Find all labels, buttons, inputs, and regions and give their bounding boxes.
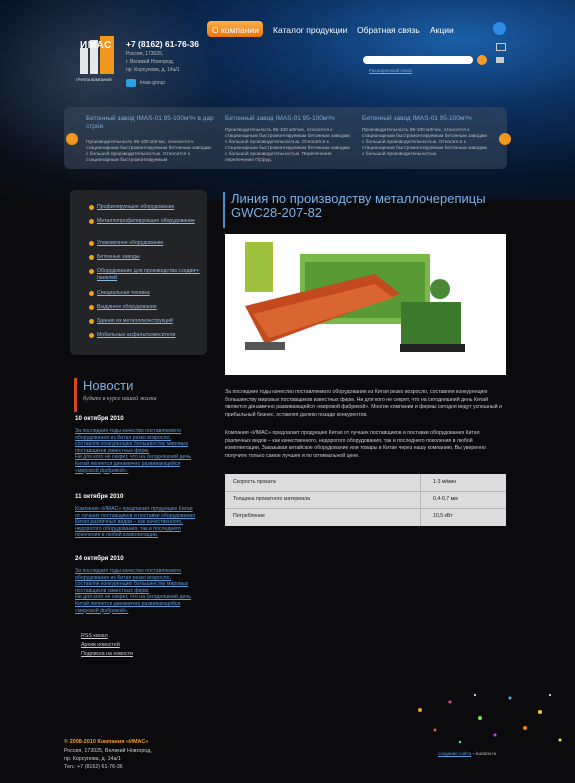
bullet-icon — [89, 219, 94, 224]
news-date: 24 октября 2010 — [75, 555, 124, 562]
news-line[interactable]: Ни для кого не секрет, что на сегодняшни… — [75, 594, 205, 601]
search-button[interactable] — [477, 55, 487, 65]
header-phone: +7 (8162) 61-76-36 — [126, 39, 200, 49]
menu-item[interactable]: Оборудование для производства сэндвич-па… — [97, 268, 207, 281]
news-subtitle: будьте в курсе нашей жизни — [83, 396, 157, 402]
menu-item[interactable]: Упаковочное оборудование — [97, 240, 207, 247]
bullet-icon — [89, 305, 94, 310]
slide-title[interactable]: Бетонный завод IMAS-01 95-100м³/ч в дар … — [86, 115, 214, 131]
credits-text: – kuratov.ru — [471, 751, 497, 756]
news-line[interactable]: Китай является динамично развивающейся — [75, 461, 205, 468]
search-input[interactable] — [363, 56, 473, 64]
title-accent-bar — [223, 192, 225, 228]
menu-item[interactable]: Здания из металлоконструкций — [97, 318, 207, 325]
news-line[interactable]: составляя конкуренцию большинству мировы… — [75, 441, 205, 448]
news-line[interactable]: За последние годы качество поставляемого — [75, 568, 205, 575]
slide-title[interactable]: Бетонный завод IMAS-01 95-100м³/ч — [362, 115, 490, 123]
news-line[interactable]: оборудования из Китая резко возросло, — [75, 435, 205, 442]
news-line[interactable]: от лучших поставщиков и поставки оборудо… — [75, 513, 205, 520]
slider-next-button[interactable] — [499, 133, 511, 145]
sitemap-icon[interactable] — [496, 43, 506, 51]
news-line[interactable]: поколения в любой комплектации. — [75, 532, 205, 539]
footer-address: пр. Корсунова, д. 14а/1 — [64, 756, 121, 762]
slide-title[interactable]: Бетонный завод IMAS-01 95-100м³/ч — [225, 115, 353, 123]
footer-phone: Тел.: +7 (8162) 61-76-36 — [64, 764, 123, 770]
menu-item[interactable]: Бетонные заводы — [97, 254, 207, 261]
bullet-icon — [89, 291, 94, 296]
footer-address: Россия, 173025, Великий Новгород, — [64, 748, 152, 754]
skype-icon — [126, 79, 136, 87]
product-image — [225, 234, 506, 375]
home-icon[interactable] — [493, 22, 506, 35]
menu-item[interactable]: Металлопрофилирующее оборудование — [97, 218, 207, 225]
address-line: Россия, 173025, — [126, 51, 164, 57]
news-line[interactable]: «мировой фабрикой». — [75, 468, 205, 475]
bullet-icon — [89, 255, 94, 260]
advanced-search-link[interactable]: Расширенный поиск — [369, 68, 412, 73]
logo-text: ИМАС — [80, 40, 112, 51]
slide-text: Производительность 95-100 м3/час, относи… — [225, 128, 350, 163]
table-divider — [225, 491, 506, 492]
news-date: 11 октября 2010 — [75, 493, 124, 500]
table-divider — [225, 508, 506, 509]
news-line[interactable]: За последние годы качество поставляемого — [75, 428, 205, 435]
news-line[interactable]: Китая различных видов – как качественног… — [75, 519, 205, 526]
spec-value: 1-3 м/мин — [433, 479, 457, 485]
bullet-icon — [89, 241, 94, 246]
menu-item[interactable]: Мобильные асфальтосмесители — [97, 332, 207, 339]
spec-value: 0,4-0,7 мм — [433, 496, 458, 502]
spec-label: Скорость проката — [233, 479, 276, 485]
news-line[interactable]: Китай является динамично развивающейся — [75, 601, 205, 608]
news-archive-link[interactable]: Архив новостей — [81, 642, 120, 648]
slider-prev-button[interactable] — [66, 133, 78, 145]
lanterns-decoration — [418, 694, 562, 744]
nav-about[interactable]: О компании — [212, 25, 259, 35]
menu-item[interactable]: Профилирующее оборудование — [97, 204, 207, 211]
nav-catalog[interactable]: Каталог продукции — [273, 25, 347, 35]
menu-item[interactable]: Выдувное оборудование — [97, 304, 207, 311]
news-line[interactable]: Компания «ИМАС» предлагает продукцию Кит… — [75, 506, 205, 513]
bullet-icon — [89, 269, 94, 274]
mail-icon[interactable] — [496, 57, 504, 63]
news-title: Новости — [83, 378, 134, 393]
news-line[interactable]: оборудования из Китая резко возросло, — [75, 575, 205, 582]
logo-subtitle: ГРУППА КОМПАНИЙ — [76, 78, 112, 82]
credits-link[interactable]: создание сайта — [438, 751, 471, 756]
bullet-icon — [89, 205, 94, 210]
news-subscribe-link[interactable]: Подписка на новости — [81, 651, 133, 657]
news-line[interactable]: «мировой фабрикой». — [75, 608, 205, 615]
table-divider — [420, 474, 421, 526]
rss-link[interactable]: RSS канал — [81, 633, 108, 639]
skype-link[interactable]: imas-group — [140, 80, 165, 86]
slide-text: Производительность 95-100 м3/час, относи… — [362, 128, 487, 157]
footer-copyright: © 2008-2010 Компания «ИМАС» — [64, 739, 149, 745]
description-paragraph: Компания «ИМАС» предлагает продукцию Кит… — [225, 430, 486, 459]
news-text[interactable]: За последние годы качество поставляемого… — [75, 428, 205, 474]
news-line[interactable]: составляя конкуренцию большинству мировы… — [75, 581, 205, 588]
news-line[interactable]: Ни для кого не секрет, что на сегодняшни… — [75, 454, 205, 461]
spec-value: 10,5 кВт — [433, 513, 453, 519]
nav-promotions[interactable]: Акции — [430, 25, 454, 35]
news-text[interactable]: За последние годы качество поставляемого… — [75, 568, 205, 614]
address-line: пр. Корсунова, д. 14а/1 — [126, 67, 180, 73]
spec-label: Потребление — [233, 513, 265, 519]
page-title: Линия по производству металлочерепицы GW… — [231, 191, 486, 220]
menu-item[interactable]: Специальная техника — [97, 290, 207, 297]
bullet-icon — [89, 319, 94, 324]
spec-label: Толщина прокатного материала — [233, 496, 311, 502]
news-accent-bar — [74, 378, 77, 412]
bullet-icon — [89, 333, 94, 338]
news-text[interactable]: Компания «ИМАС» предлагает продукцию Кит… — [75, 506, 205, 539]
nav-feedback[interactable]: Обратная связь — [357, 25, 420, 35]
footer-credits: создание сайта – kuratov.ru — [438, 751, 496, 756]
address-line: г. Великий Новгород, — [126, 59, 175, 65]
description-paragraph: За последние годы качество поставляемого… — [225, 389, 502, 418]
news-date: 10 октября 2010 — [75, 415, 124, 422]
slide-text: Производительность 95-100 м3/час, относи… — [86, 140, 211, 163]
